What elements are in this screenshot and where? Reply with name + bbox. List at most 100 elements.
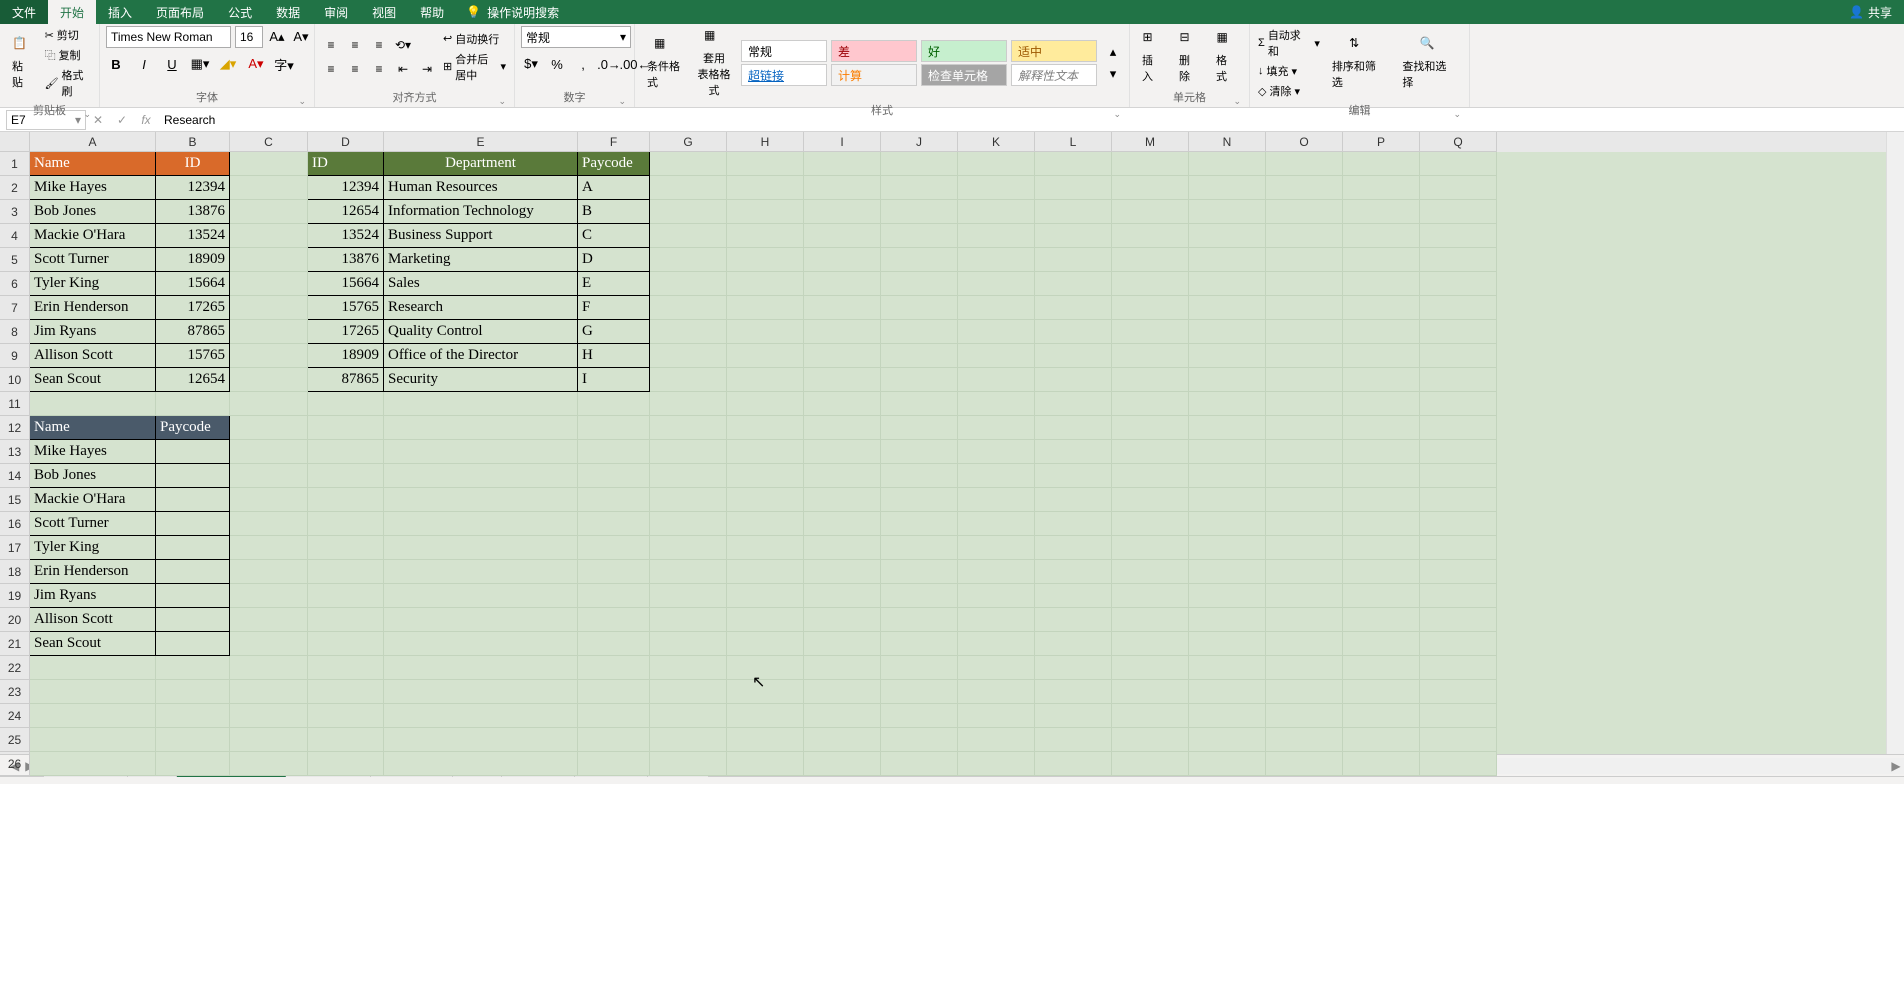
cell-M26[interactable] — [1112, 752, 1189, 776]
cell-I20[interactable] — [804, 608, 881, 632]
column-header-I[interactable]: I — [804, 132, 881, 152]
cell-N23[interactable] — [1189, 680, 1266, 704]
cell-J18[interactable] — [881, 560, 958, 584]
cell-M8[interactable] — [1112, 320, 1189, 344]
cell-B20[interactable] — [156, 608, 230, 632]
cell-J13[interactable] — [881, 440, 958, 464]
cell-F24[interactable] — [578, 704, 650, 728]
cell-F15[interactable] — [578, 488, 650, 512]
cell-D26[interactable] — [308, 752, 384, 776]
cell-G21[interactable] — [650, 632, 727, 656]
column-header-E[interactable]: E — [384, 132, 578, 152]
cell-K3[interactable] — [958, 200, 1035, 224]
cell-G24[interactable] — [650, 704, 727, 728]
cell-Q25[interactable] — [1420, 728, 1497, 752]
cell-L6[interactable] — [1035, 272, 1112, 296]
cell-G8[interactable] — [650, 320, 727, 344]
style-hyperlink[interactable]: 超链接 — [741, 64, 827, 86]
cell-P21[interactable] — [1343, 632, 1420, 656]
cell-B3[interactable]: 13876 — [156, 200, 230, 224]
cell-K19[interactable] — [958, 584, 1035, 608]
cell-O2[interactable] — [1266, 176, 1343, 200]
row-header-8[interactable]: 8 — [0, 320, 30, 344]
cell-D14[interactable] — [308, 464, 384, 488]
cell-K17[interactable] — [958, 536, 1035, 560]
cell-E24[interactable] — [384, 704, 578, 728]
cell-F6[interactable]: E — [578, 272, 650, 296]
cell-N7[interactable] — [1189, 296, 1266, 320]
cell-B4[interactable]: 13524 — [156, 224, 230, 248]
cell-F25[interactable] — [578, 728, 650, 752]
cell-Q18[interactable] — [1420, 560, 1497, 584]
cell-Q2[interactable] — [1420, 176, 1497, 200]
cell-B2[interactable]: 12394 — [156, 176, 230, 200]
row-header-20[interactable]: 20 — [0, 608, 30, 632]
cell-M18[interactable] — [1112, 560, 1189, 584]
cell-E5[interactable]: Marketing — [384, 248, 578, 272]
column-header-K[interactable]: K — [958, 132, 1035, 152]
vertical-scrollbar[interactable] — [1886, 132, 1904, 754]
delete-cells-button[interactable]: ⊟删除 — [1173, 28, 1206, 86]
cell-N26[interactable] — [1189, 752, 1266, 776]
cell-Q24[interactable] — [1420, 704, 1497, 728]
cell-Q9[interactable] — [1420, 344, 1497, 368]
cell-D1[interactable]: ID — [308, 152, 384, 176]
cell-G9[interactable] — [650, 344, 727, 368]
cell-C8[interactable] — [230, 320, 308, 344]
cell-J2[interactable] — [881, 176, 958, 200]
cell-Q13[interactable] — [1420, 440, 1497, 464]
cell-Q20[interactable] — [1420, 608, 1497, 632]
cell-O6[interactable] — [1266, 272, 1343, 296]
style-neutral[interactable]: 适中 — [1011, 40, 1097, 62]
cell-F5[interactable]: D — [578, 248, 650, 272]
cell-P11[interactable] — [1343, 392, 1420, 416]
column-header-A[interactable]: A — [30, 132, 156, 152]
cell-N24[interactable] — [1189, 704, 1266, 728]
cell-F3[interactable]: B — [578, 200, 650, 224]
cell-L4[interactable] — [1035, 224, 1112, 248]
cell-M15[interactable] — [1112, 488, 1189, 512]
align-right-button[interactable]: ≡ — [369, 60, 389, 78]
style-normal[interactable]: 常规 — [741, 40, 827, 62]
cell-P15[interactable] — [1343, 488, 1420, 512]
cell-C21[interactable] — [230, 632, 308, 656]
style-explanatory[interactable]: 解释性文本 — [1011, 64, 1097, 86]
cell-D5[interactable]: 13876 — [308, 248, 384, 272]
cell-N5[interactable] — [1189, 248, 1266, 272]
share-button[interactable]: 👤 共享 — [1849, 4, 1892, 21]
cell-H12[interactable] — [727, 416, 804, 440]
cell-M2[interactable] — [1112, 176, 1189, 200]
cell-Q21[interactable] — [1420, 632, 1497, 656]
cell-L16[interactable] — [1035, 512, 1112, 536]
cell-A10[interactable]: Sean Scout — [30, 368, 156, 392]
cell-A13[interactable]: Mike Hayes — [30, 440, 156, 464]
cell-D13[interactable] — [308, 440, 384, 464]
cell-O20[interactable] — [1266, 608, 1343, 632]
cell-F26[interactable] — [578, 752, 650, 776]
cell-J12[interactable] — [881, 416, 958, 440]
cell-N25[interactable] — [1189, 728, 1266, 752]
decrease-indent-button[interactable]: ⇤ — [393, 60, 413, 78]
row-header-16[interactable]: 16 — [0, 512, 30, 536]
format-as-table-button[interactable]: ▦套用 表格格式 — [691, 26, 737, 100]
cell-B24[interactable] — [156, 704, 230, 728]
cell-B10[interactable]: 12654 — [156, 368, 230, 392]
cell-K16[interactable] — [958, 512, 1035, 536]
row-header-25[interactable]: 25 — [0, 728, 30, 752]
row-header-7[interactable]: 7 — [0, 296, 30, 320]
select-all-corner[interactable] — [0, 132, 30, 152]
cell-I24[interactable] — [804, 704, 881, 728]
cell-Q6[interactable] — [1420, 272, 1497, 296]
cell-P17[interactable] — [1343, 536, 1420, 560]
cell-D16[interactable] — [308, 512, 384, 536]
cell-F13[interactable] — [578, 440, 650, 464]
cell-E19[interactable] — [384, 584, 578, 608]
cell-H17[interactable] — [727, 536, 804, 560]
cell-P26[interactable] — [1343, 752, 1420, 776]
cell-L11[interactable] — [1035, 392, 1112, 416]
column-header-Q[interactable]: Q — [1420, 132, 1497, 152]
cell-C5[interactable] — [230, 248, 308, 272]
column-header-B[interactable]: B — [156, 132, 230, 152]
cell-O24[interactable] — [1266, 704, 1343, 728]
increase-decimal-button[interactable]: .0→ — [599, 54, 619, 74]
